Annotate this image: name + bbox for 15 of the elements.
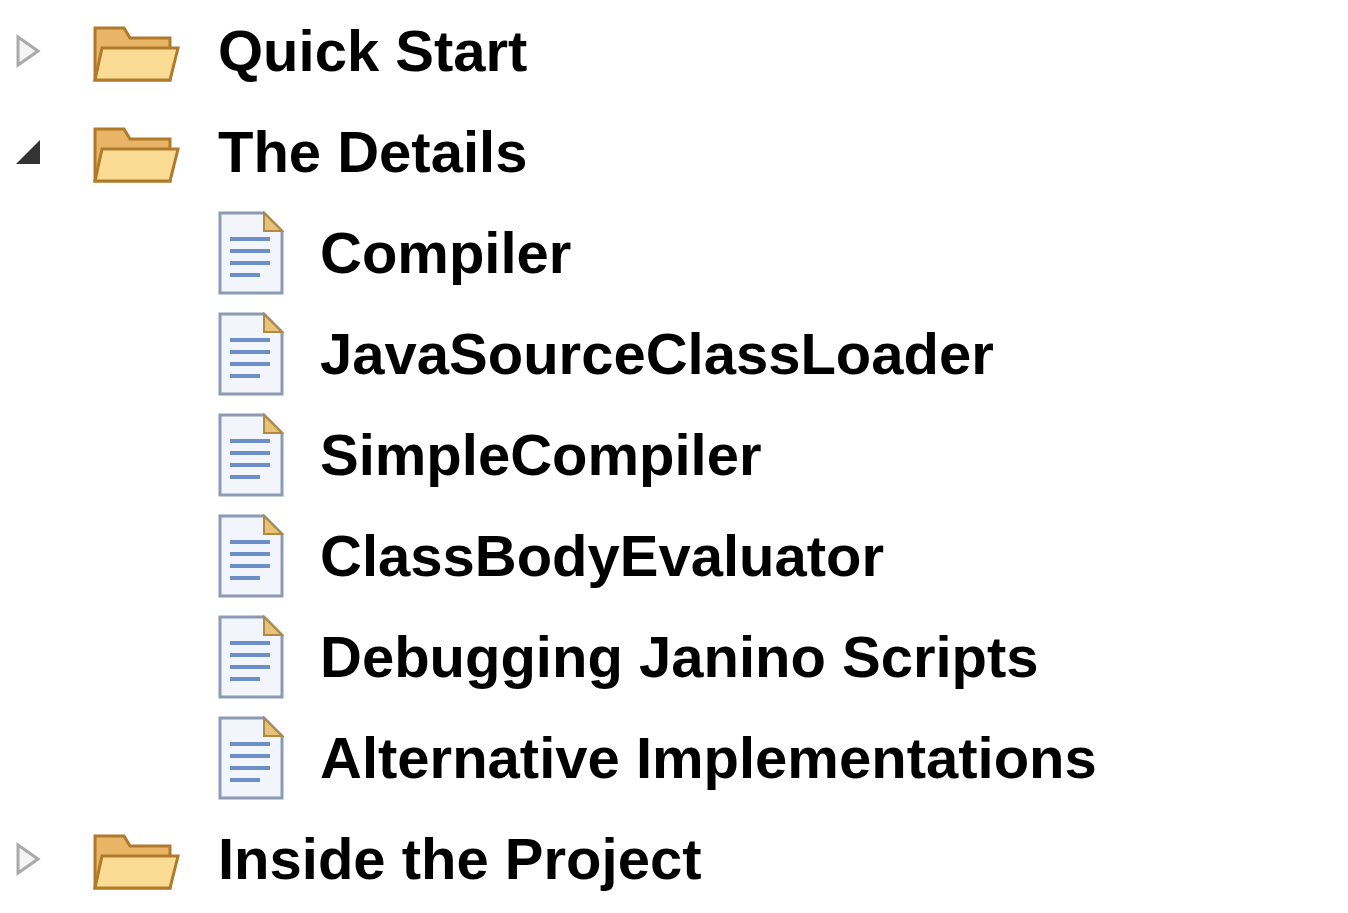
tree-item-label[interactable]: Alternative Implementations xyxy=(320,724,1097,791)
document-icon xyxy=(218,513,284,598)
tree-item-label[interactable]: ClassBodyEvaluator xyxy=(320,522,885,589)
document-icon xyxy=(218,311,284,396)
tree-item-label[interactable]: Inside the Project xyxy=(218,825,702,892)
tree-item-label[interactable]: Debugging Janino Scripts xyxy=(320,623,1039,690)
tree-item-label[interactable]: Quick Start xyxy=(218,17,528,84)
document-icon xyxy=(218,715,284,800)
document-icon xyxy=(218,614,284,699)
tree-item-label[interactable]: The Details xyxy=(218,118,528,185)
document-icon xyxy=(218,412,284,497)
tree-item-label[interactable]: JavaSourceClassLoader xyxy=(320,320,994,387)
document-icon xyxy=(218,210,284,295)
tree-item-label[interactable]: Compiler xyxy=(320,219,572,286)
tree-item-label[interactable]: SimpleCompiler xyxy=(320,421,762,488)
